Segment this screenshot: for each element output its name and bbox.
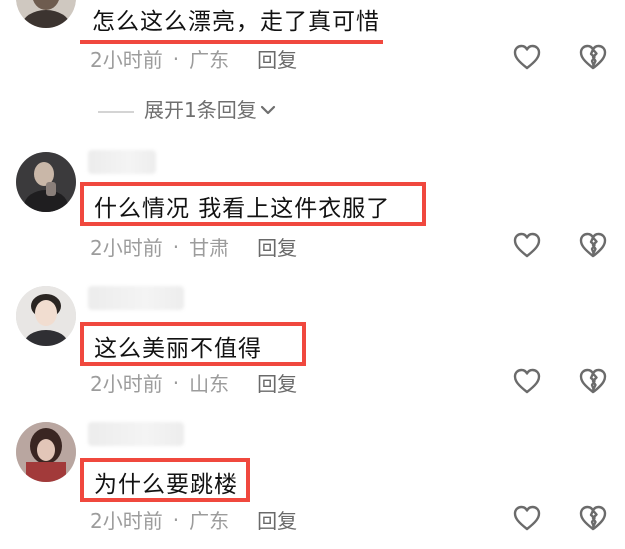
- meta-separator: ·: [172, 234, 180, 259]
- broken-heart-icon[interactable]: [578, 230, 608, 260]
- comment-time: 2小时前: [90, 509, 163, 533]
- meta-separator: ·: [172, 46, 180, 71]
- comment-text: 为什么要跳楼: [94, 472, 238, 498]
- heart-outline-icon[interactable]: [512, 230, 542, 260]
- avatar[interactable]: [16, 152, 76, 212]
- comment-location: 广东: [189, 509, 230, 533]
- meta-separator: ·: [172, 370, 180, 395]
- heart-outline-icon[interactable]: [512, 366, 542, 396]
- chevron-down-icon: [259, 100, 277, 124]
- reply-button[interactable]: 回复: [257, 232, 297, 261]
- comment-time: 2小时前: [90, 372, 163, 396]
- comment-text: 什么情况 我看上这件衣服了: [94, 196, 391, 222]
- meta-separator: ·: [172, 507, 180, 532]
- comment-highlight: 这么美丽不值得: [80, 322, 306, 366]
- reply-button[interactable]: 回复: [257, 44, 297, 73]
- comment-text: 怎么这么漂亮，走了真可惜: [92, 9, 380, 35]
- username-blurred: [88, 422, 184, 446]
- avatar[interactable]: [16, 0, 76, 28]
- comment-time: 2小时前: [90, 48, 163, 72]
- comment-highlight: 怎么这么漂亮，走了真可惜: [80, 0, 383, 44]
- reply-button[interactable]: 回复: [257, 368, 297, 397]
- comment-location: 山东: [189, 372, 230, 396]
- divider-line: [98, 110, 134, 113]
- avatar[interactable]: [16, 286, 76, 346]
- comment-highlight: 为什么要跳楼: [80, 458, 250, 502]
- broken-heart-icon[interactable]: [578, 366, 608, 396]
- username-blurred: [88, 286, 184, 310]
- reply-button[interactable]: 回复: [257, 505, 297, 534]
- heart-outline-icon[interactable]: [512, 503, 542, 533]
- expand-replies-button[interactable]: 展开1条回复: [98, 94, 277, 124]
- comment-meta: 2小时前 · 广东 回复: [90, 505, 297, 534]
- comment-highlight: 什么情况 我看上这件衣服了: [80, 182, 426, 226]
- comment-time: 2小时前: [90, 236, 163, 260]
- broken-heart-icon[interactable]: [578, 503, 608, 533]
- username-blurred: [88, 150, 156, 174]
- comment-location: 甘肃: [189, 236, 230, 260]
- comment-text: 这么美丽不值得: [94, 336, 262, 362]
- broken-heart-icon[interactable]: [578, 42, 608, 72]
- comment-meta: 2小时前 · 甘肃 回复: [90, 232, 297, 261]
- comment-meta: 2小时前 · 广东 回复: [90, 44, 297, 73]
- expand-replies-label: 展开1条回复: [144, 98, 257, 122]
- comment-meta: 2小时前 · 山东 回复: [90, 368, 297, 397]
- heart-outline-icon[interactable]: [512, 42, 542, 72]
- avatar[interactable]: [16, 422, 76, 482]
- comment-location: 广东: [189, 48, 230, 72]
